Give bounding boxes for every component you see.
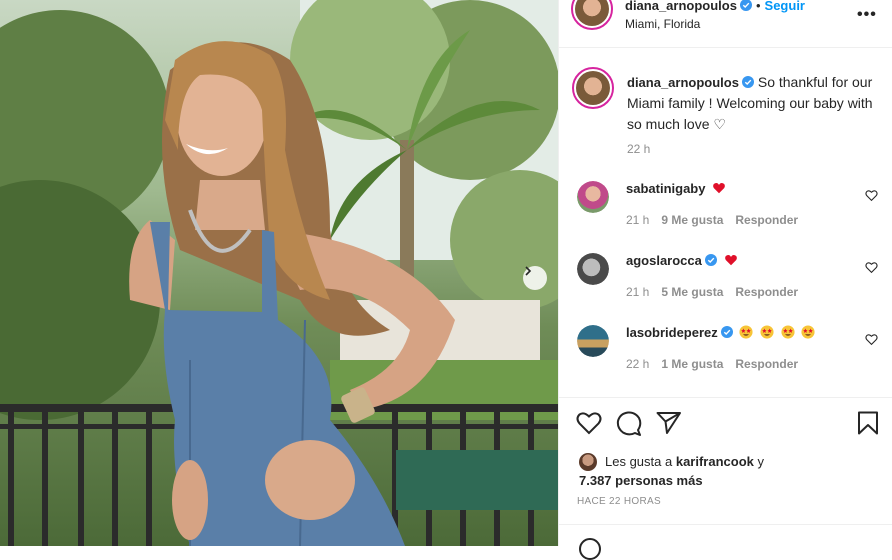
post-caption: diana_arnopoulos So thankful for our Mia… [627, 72, 883, 135]
like-heart-icon[interactable] [576, 411, 602, 435]
likes-prefix: Les gusta a [605, 454, 673, 469]
comment-time[interactable]: 22 h [626, 357, 649, 371]
author-avatar[interactable] [571, 0, 613, 30]
liker-username[interactable]: karifrancook [676, 454, 754, 469]
star-struck-emoji-icon [781, 325, 795, 339]
verified-badge-icon [720, 326, 733, 338]
commenter-avatar[interactable] [577, 253, 609, 285]
carousel-next-button[interactable] [523, 266, 547, 290]
caption-avatar[interactable] [572, 67, 614, 109]
comment-item: lasobrideperez 22 h 1 Me gusta Responder [559, 325, 892, 385]
save-bookmark-icon[interactable] [857, 411, 879, 435]
photo-illustration [0, 0, 558, 546]
comment-body: sabatinigaby [626, 181, 726, 196]
avatar-image [575, 0, 609, 26]
chevron-right-icon [525, 266, 532, 276]
comment-time[interactable]: 21 h [626, 213, 649, 227]
comment-box-divider [559, 524, 892, 525]
post-sidebar: diana_arnopoulos • Seguir Miami, Florida •… [558, 0, 892, 560]
commenter-avatar[interactable] [577, 325, 609, 357]
comment-item: agoslarocca 21 h 5 Me gusta Responder [559, 253, 892, 313]
comment-meta: 21 h 5 Me gusta Responder [626, 285, 810, 299]
caption-time[interactable]: 22 h [627, 142, 650, 156]
more-options-button[interactable]: ••• [857, 6, 877, 24]
post-timestamp[interactable]: HACE 22 HORAS [577, 496, 661, 507]
star-struck-emoji-icon [801, 325, 815, 339]
like-comment-heart-icon[interactable] [865, 333, 878, 346]
avatar-image [576, 71, 610, 105]
comment-likes[interactable]: 9 Me gusta [661, 213, 723, 227]
comment-bubble-icon[interactable] [616, 411, 642, 437]
reply-button[interactable]: Responder [735, 213, 798, 227]
red-heart-icon [713, 182, 725, 194]
avatar-image [577, 253, 609, 285]
like-comment-heart-icon[interactable] [865, 189, 878, 202]
comment-likes[interactable]: 1 Me gusta [661, 357, 723, 371]
comment-body: agoslarocca [626, 253, 738, 268]
post-location[interactable]: Miami, Florida [625, 17, 700, 31]
red-heart-icon [724, 254, 737, 266]
commenter-avatar[interactable] [577, 181, 609, 213]
share-paper-plane-icon[interactable] [656, 411, 682, 435]
comment-time[interactable]: 21 h [626, 285, 649, 299]
verified-badge-icon [704, 254, 717, 266]
post-photo[interactable] [0, 0, 558, 546]
author-username[interactable]: diana_arnopoulos [625, 0, 737, 13]
star-struck-emoji-icon [739, 325, 753, 339]
comment-likes[interactable]: 5 Me gusta [661, 285, 723, 299]
header-separator: • [755, 0, 761, 13]
post-header: diana_arnopoulos • Seguir Miami, Florida •… [559, 0, 892, 48]
reply-button[interactable]: Responder [735, 285, 798, 299]
comment-meta: 22 h 1 Me gusta Responder [626, 357, 810, 371]
likes-others-link[interactable]: 7.387 personas más [579, 473, 703, 488]
star-struck-emoji-icon [760, 325, 774, 339]
reply-button[interactable]: Responder [735, 357, 798, 371]
verified-badge-icon [741, 76, 754, 88]
like-comment-heart-icon[interactable] [865, 261, 878, 274]
header-user-line: diana_arnopoulos • Seguir [625, 0, 805, 13]
comment-meta: 21 h 9 Me gusta Responder [626, 213, 810, 227]
likes-joiner: y [757, 454, 765, 469]
comment-item: sabatinigaby 21 h 9 Me gusta Responder [559, 181, 892, 241]
avatar-image [577, 325, 609, 357]
avatar-image [577, 181, 609, 213]
likes-summary: Les gusta a karifrancook y 7.387 persona… [579, 452, 879, 490]
commenter-username[interactable]: agoslarocca [626, 253, 702, 268]
comment-body: lasobrideperez [626, 325, 815, 340]
actions-divider [559, 397, 892, 398]
commenter-username[interactable]: sabatinigaby [626, 181, 705, 196]
follow-button[interactable]: Seguir [765, 0, 805, 13]
verified-badge-icon [739, 0, 752, 11]
commenter-username[interactable]: lasobrideperez [626, 325, 718, 340]
emoji-picker-icon[interactable] [579, 538, 601, 560]
caption-username[interactable]: diana_arnopoulos [627, 75, 739, 90]
